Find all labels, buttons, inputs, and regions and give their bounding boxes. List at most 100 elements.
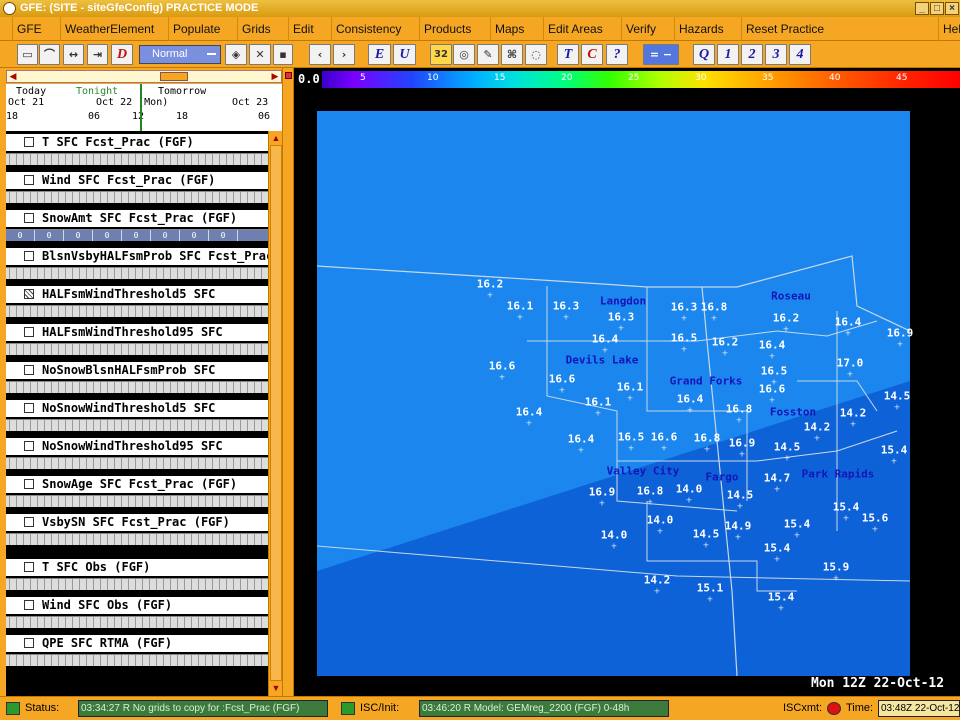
pattern-icon[interactable]: ⌘: [501, 44, 523, 65]
target-icon[interactable]: ◎: [453, 44, 475, 65]
question-button[interactable]: ?: [606, 44, 628, 65]
grid-timeline-strip[interactable]: [6, 616, 268, 628]
grid-row[interactable]: QPE SFC RTMA (FGF): [6, 632, 268, 668]
menu-weatherelement[interactable]: WeatherElement: [60, 17, 158, 41]
color-bar[interactable]: 0.0 5 10 15 20 25 30 35 40 45: [296, 71, 960, 88]
pane-4-button[interactable]: 4: [789, 44, 811, 65]
save-icon[interactable]: ▪: [273, 44, 293, 65]
query-button[interactable]: Q: [693, 44, 715, 65]
eye-icon[interactable]: ◈: [225, 44, 247, 65]
menu-hazards[interactable]: Hazards: [674, 17, 728, 41]
grid-timeline-strip[interactable]: [6, 419, 268, 431]
grid-timeline-strip[interactable]: [6, 305, 268, 317]
contour-icon[interactable]: ⌒: [39, 44, 60, 65]
grid-visibility-checkbox[interactable]: [24, 365, 34, 375]
single-pane-icon[interactable]: ▭: [17, 44, 38, 65]
edit-mode-select[interactable]: Normal: [139, 45, 221, 64]
menu-verify[interactable]: Verify: [621, 17, 660, 41]
grid-label[interactable]: QPE SFC RTMA (FGF): [6, 635, 268, 652]
grid-visibility-checkbox[interactable]: [24, 251, 34, 261]
app-icon[interactable]: [3, 2, 16, 15]
time-scroll-slider[interactable]: ◀ ▶: [6, 70, 282, 83]
map-canvas[interactable]: 16.2 +16.1 +16.3 +16.3 +16.3 +16.8 +16.2 +16.4 +…: [317, 111, 913, 676]
menu-gfe[interactable]: GFE: [12, 17, 46, 41]
grid-visibility-checkbox[interactable]: [24, 327, 34, 337]
spatial-editor[interactable]: 16.2 +16.1 +16.3 +16.3 +16.3 +16.8 +16.2 +16.4 +…: [296, 89, 960, 696]
grid-row[interactable]: Wind SFC Fcst_Prac (FGF): [6, 169, 268, 205]
c-button[interactable]: C: [581, 44, 603, 65]
menu-maps[interactable]: Maps: [490, 17, 528, 41]
menu-edit-areas[interactable]: Edit Areas: [543, 17, 607, 41]
arrow-icon[interactable]: ⇥: [87, 44, 108, 65]
grid-timeline-strip[interactable]: [6, 191, 268, 203]
grid-visibility-checkbox[interactable]: [24, 403, 34, 413]
grid-timeline-strip[interactable]: [6, 267, 268, 279]
grid-timeline-strip[interactable]: 00000000: [6, 229, 268, 241]
pane-1-button[interactable]: 1: [717, 44, 739, 65]
grid-label[interactable]: NoSnowBlsnHALFsmProb SFC: [6, 362, 268, 379]
pane-separator[interactable]: [282, 68, 294, 696]
scroll-up-icon[interactable]: ▲: [270, 132, 282, 144]
grid-timeline-strip[interactable]: [6, 654, 268, 666]
grid-timeline-strip[interactable]: [6, 578, 268, 590]
grid-row[interactable]: SnowAmt SFC Fcst_Prac (FGF) 0 0 0 0 0 0 0 0: [6, 207, 268, 243]
grid-row[interactable]: HALFsmWindThreshold95 SFC: [6, 321, 268, 357]
grid-row[interactable]: HALFsmWindThreshold5 SFC: [6, 283, 268, 319]
isc-message[interactable]: 03:46:20 R Model: GEMreg_2200 (FGF) 0-48…: [419, 700, 669, 717]
menu-consistency[interactable]: Consistency: [331, 17, 405, 41]
status-message[interactable]: 03:34:27 R No grids to copy for :Fcst_Pr…: [78, 700, 328, 717]
t-button[interactable]: T: [557, 44, 579, 65]
grid-row[interactable]: T SFC Fcst_Prac (FGF): [6, 131, 268, 167]
grid-timeline-strip[interactable]: [6, 343, 268, 355]
grid-visibility-checkbox[interactable]: [24, 213, 34, 223]
grid-label[interactable]: NoSnowWindThreshold5 SFC: [6, 400, 268, 417]
wind-barb-icon[interactable]: ↔: [63, 44, 84, 65]
grid-row[interactable]: Wind SFC Obs (FGF): [6, 594, 268, 630]
grid-list-scrollbar[interactable]: ▲ ▼: [268, 131, 282, 696]
grid-timeline-strip[interactable]: [6, 533, 268, 545]
grid-list-scroll-thumb[interactable]: [270, 145, 282, 681]
grid-row[interactable]: SnowAge SFC Fcst_Prac (FGF): [6, 473, 268, 509]
menu-products[interactable]: Products: [419, 17, 475, 41]
grid-row[interactable]: T SFC Obs (FGF): [6, 556, 268, 592]
iscxmt-indicator-icon[interactable]: [827, 702, 841, 715]
menu-populate[interactable]: Populate: [168, 17, 224, 41]
chevron-right-icon[interactable]: ›: [333, 44, 355, 65]
scroll-right-icon[interactable]: ▶: [269, 71, 281, 82]
scroll-down-icon[interactable]: ▼: [270, 682, 282, 694]
grid-visibility-checkbox[interactable]: [24, 137, 34, 147]
minus-button[interactable]: = −: [643, 44, 679, 65]
menu-grids[interactable]: Grids: [237, 17, 275, 41]
grid-label[interactable]: Wind SFC Obs (FGF): [6, 597, 268, 614]
number-32-button[interactable]: 32: [430, 44, 452, 65]
grid-visibility-checkbox[interactable]: [24, 517, 34, 527]
grid-visibility-checkbox[interactable]: [24, 175, 34, 185]
grid-row[interactable]: NoSnowBlsnHALFsmProb SFC: [6, 359, 268, 395]
grid-label[interactable]: SnowAge SFC Fcst_Prac (FGF): [6, 476, 268, 493]
minimize-button[interactable]: _: [915, 2, 929, 15]
pane-2-button[interactable]: 2: [741, 44, 763, 65]
d-button[interactable]: D: [111, 44, 133, 65]
grid-label[interactable]: T SFC Obs (FGF): [6, 559, 268, 576]
grid-label[interactable]: BlsnVsbyHALFsmProb SFC Fcst_Prac: [6, 248, 268, 265]
grid-timeline-strip[interactable]: [6, 153, 268, 165]
u-button[interactable]: U: [393, 44, 416, 65]
maximize-button[interactable]: □: [930, 2, 944, 15]
time-scroll-thumb[interactable]: [160, 72, 188, 81]
grid-row[interactable]: NoSnowWindThreshold95 SFC: [6, 435, 268, 471]
pane-3-button[interactable]: 3: [765, 44, 787, 65]
grid-visibility-checkbox[interactable]: [24, 562, 34, 572]
timeline[interactable]: Today Tonight Tomorrow Oct 21 Oct 22 (Mo…: [6, 84, 282, 131]
scroll-left-icon[interactable]: ◀: [7, 71, 19, 82]
x-icon[interactable]: ✕: [249, 44, 271, 65]
pencil-icon[interactable]: ✎: [477, 44, 499, 65]
grid-label[interactable]: HALFsmWindThreshold95 SFC: [6, 324, 268, 341]
e-button[interactable]: E: [368, 44, 391, 65]
menu-help[interactable]: Hel: [938, 17, 960, 41]
grid-timeline-strip[interactable]: [6, 495, 268, 507]
menu-reset-practice[interactable]: Reset Practice: [741, 17, 828, 41]
grid-label[interactable]: VsbySN SFC Fcst_Prac (FGF): [6, 514, 268, 531]
grid-label[interactable]: T SFC Fcst_Prac (FGF): [6, 134, 268, 151]
chevron-left-icon[interactable]: ‹: [309, 44, 331, 65]
grid-label[interactable]: NoSnowWindThreshold95 SFC: [6, 438, 268, 455]
